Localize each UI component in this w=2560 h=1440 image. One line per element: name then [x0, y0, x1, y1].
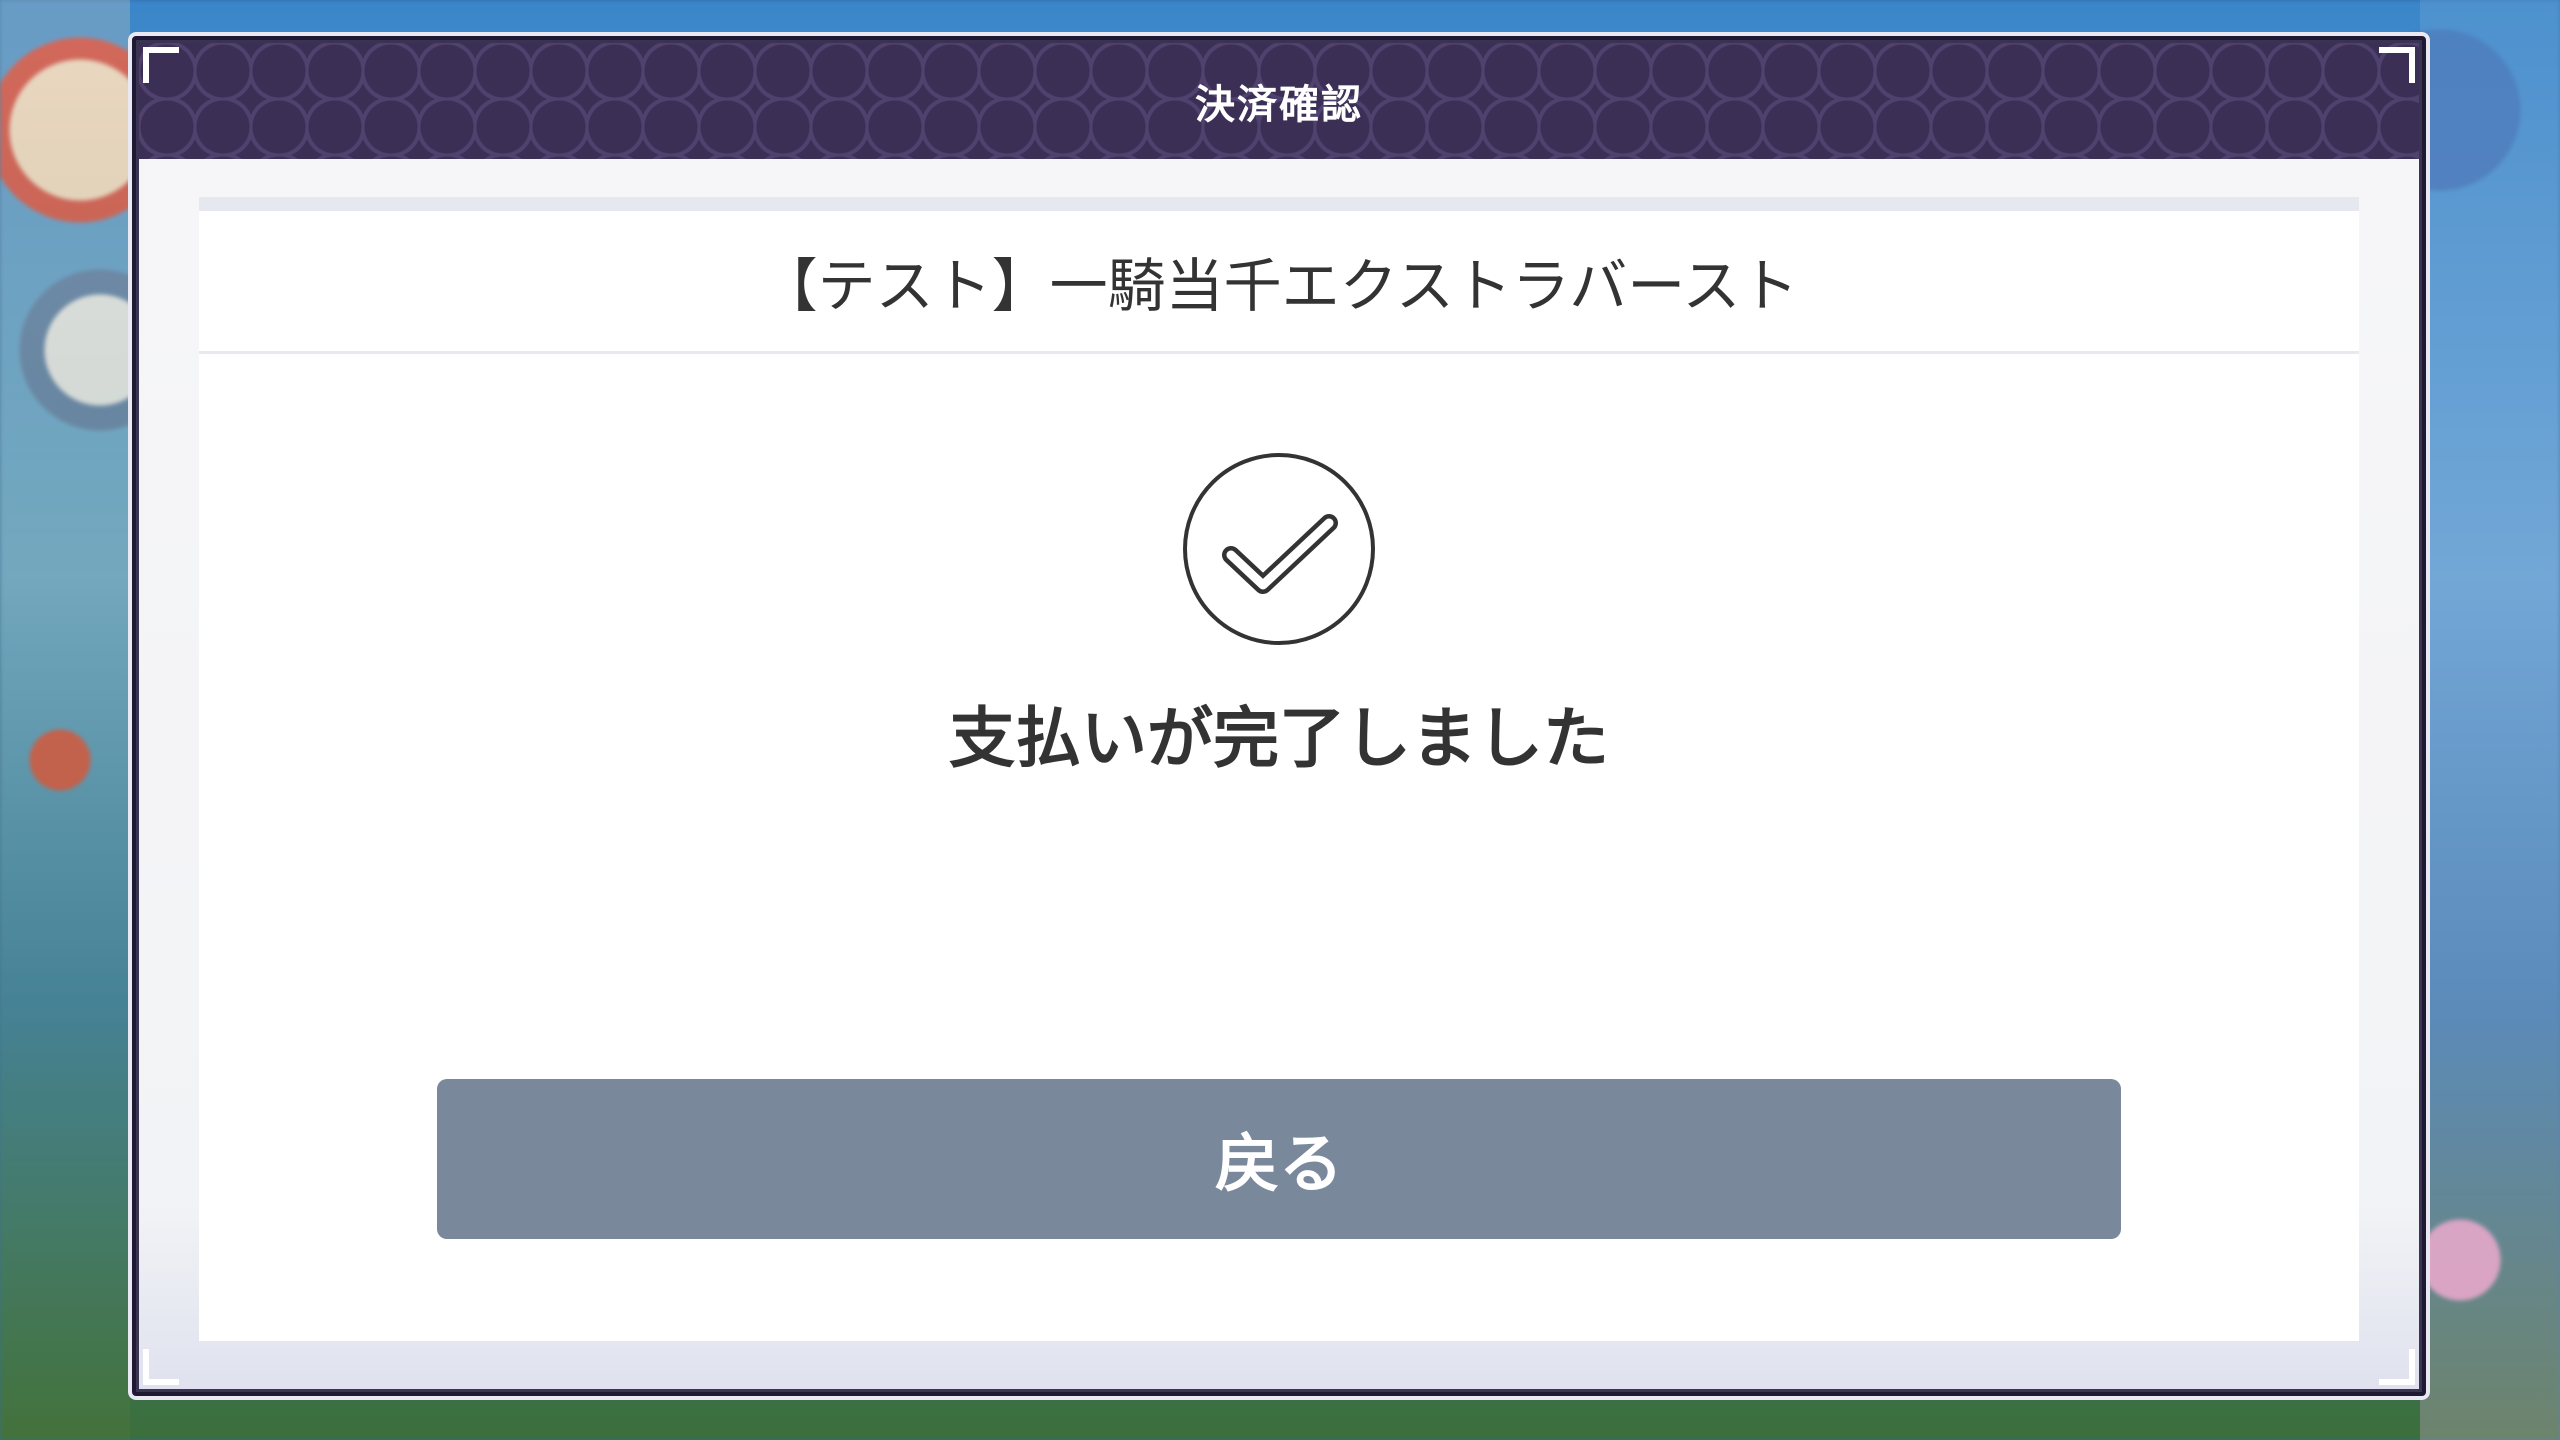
dialog-header: 決済確認	[139, 43, 2419, 159]
frame-corner-top-right	[2379, 47, 2415, 83]
frame-corner-bottom-left	[143, 1349, 179, 1385]
back-button[interactable]: 戻る	[437, 1079, 2121, 1239]
background-left-ui	[0, 0, 130, 1440]
dialog-frame: 決済確認 【テスト】一騎当千エクストラバースト 支払いが完了しました 戻る	[136, 40, 2422, 1392]
check-circle-icon	[1183, 453, 1375, 645]
product-name: 【テスト】一騎当千エクストラバースト	[199, 211, 2359, 354]
panel-top-divider	[199, 197, 2359, 211]
payment-complete-message: 支払いが完了しました	[949, 700, 1609, 777]
payment-confirm-dialog: 決済確認 【テスト】一騎当千エクストラバースト 支払いが完了しました 戻る	[128, 32, 2430, 1400]
frame-corner-top-left	[143, 47, 179, 83]
content-panel: 【テスト】一騎当千エクストラバースト 支払いが完了しました 戻る	[199, 197, 2359, 1341]
frame-corner-bottom-right	[2379, 1349, 2415, 1385]
dialog-body: 【テスト】一騎当千エクストラバースト 支払いが完了しました 戻る	[139, 159, 2419, 1389]
background-right-ui	[2420, 0, 2560, 1440]
dialog-title: 決済確認	[1195, 82, 1363, 128]
